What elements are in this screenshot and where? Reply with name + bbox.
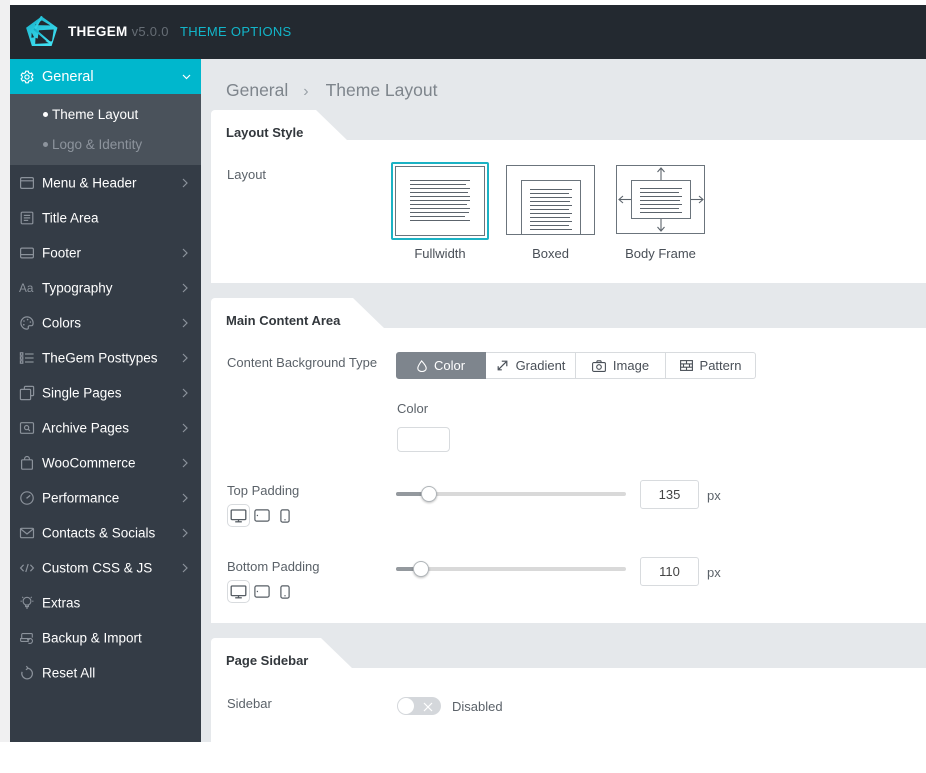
svg-text:Aa: Aa	[19, 282, 34, 295]
